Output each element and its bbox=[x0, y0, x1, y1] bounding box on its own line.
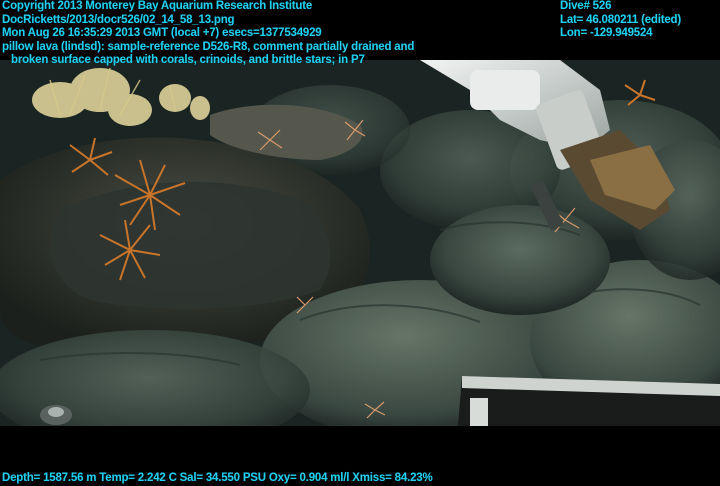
telemetry-bar: Depth= 1587.56 m Temp= 2.242 C Sal= 34.5… bbox=[2, 472, 433, 486]
seafloor-scene bbox=[0, 60, 720, 426]
latitude-text: Lat= 46.080211 (edited) bbox=[560, 13, 682, 26]
video-frame: Copyright 2013 Monterey Bay Aquarium Res… bbox=[0, 0, 720, 486]
description-line-2: broken surface capped with corals, crino… bbox=[11, 54, 365, 66]
telemetry-text: Depth= 1587.56 m Temp= 2.242 C Sal= 34.5… bbox=[2, 472, 433, 484]
seafloor-image bbox=[0, 60, 720, 426]
dive-number-text: Dive# 526 bbox=[560, 0, 612, 12]
description-line-1: pillow lava (lindsd): sample-reference D… bbox=[2, 40, 415, 53]
longitude-text: Lon= -129.949524 bbox=[560, 27, 653, 39]
file-path-text: DocRicketts/2013/docr526/02_14_58_13.png bbox=[2, 13, 235, 26]
sample-basket bbox=[458, 376, 720, 426]
timestamp-text: Mon Aug 26 16:35:29 2013 GMT (local +7) … bbox=[2, 27, 322, 39]
overlay-top-left: Copyright 2013 Monterey Bay Aquarium Res… bbox=[2, 0, 414, 68]
copyright-text: Copyright 2013 Monterey Bay Aquarium Res… bbox=[2, 0, 313, 12]
overlay-top-right: Dive# 526 Lat= 46.080211 (edited) Lon= -… bbox=[560, 0, 681, 41]
